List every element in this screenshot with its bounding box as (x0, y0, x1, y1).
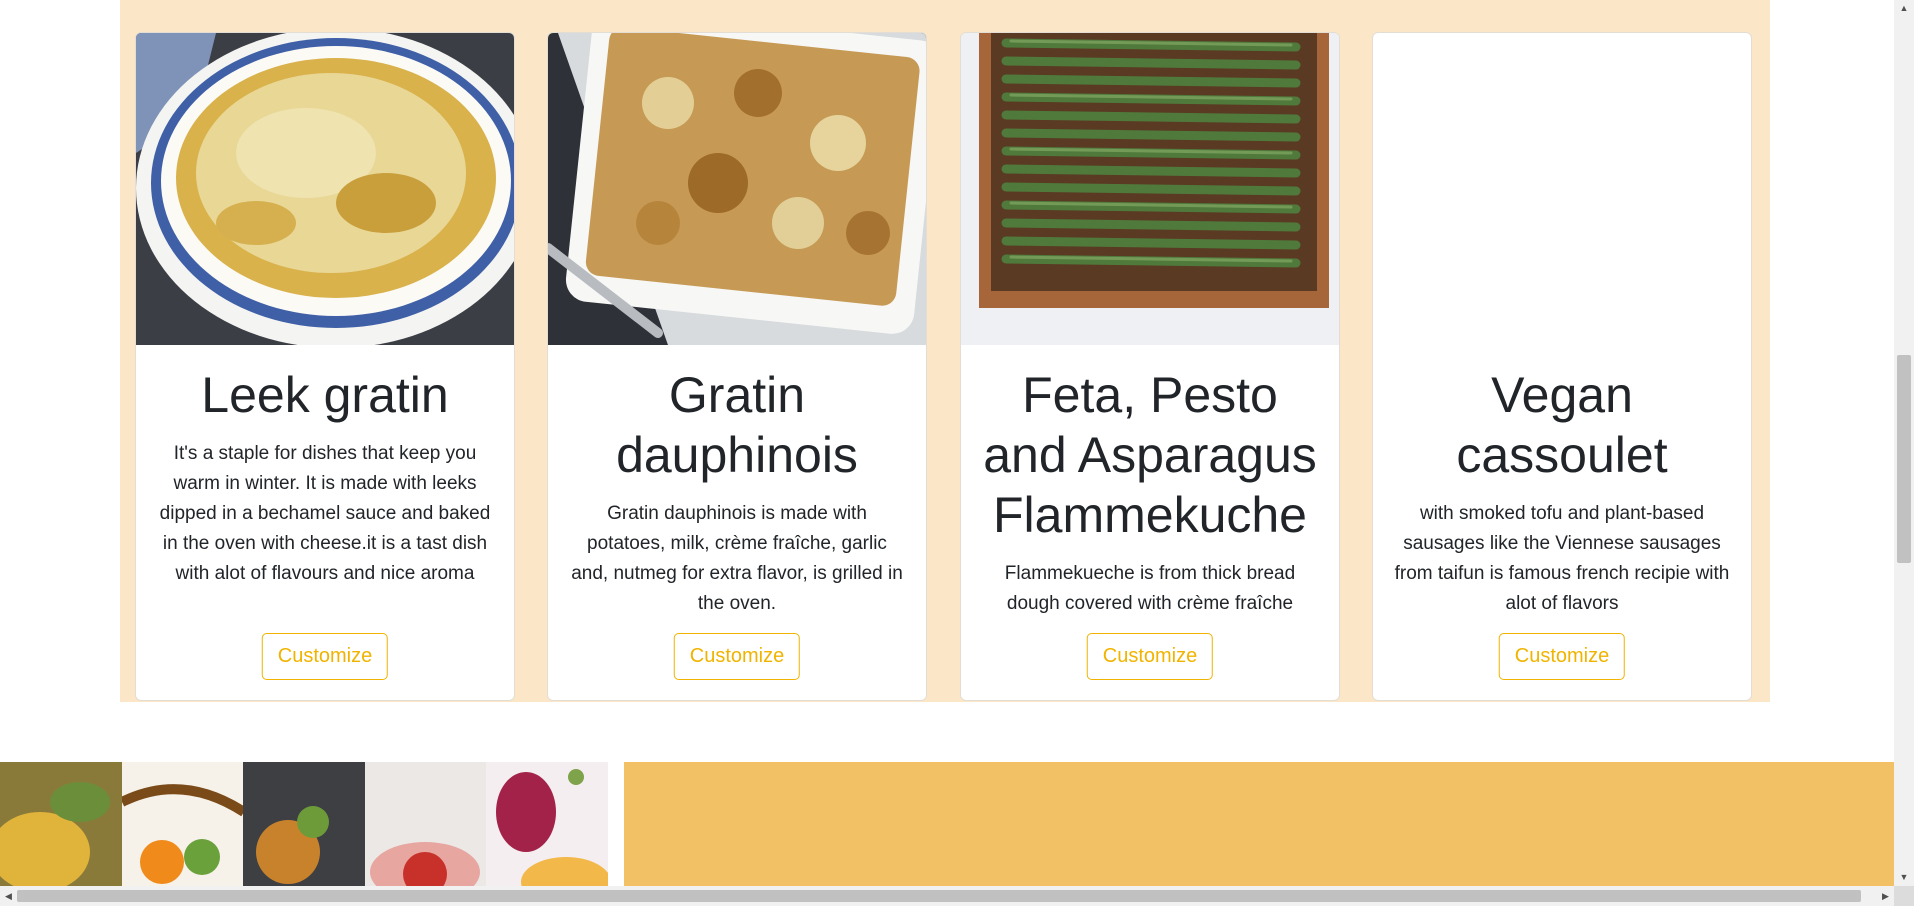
food-collage (0, 762, 608, 892)
customize-button[interactable]: Customize (1498, 633, 1626, 680)
vegan-cassoulet-image (1373, 33, 1751, 345)
scroll-left-icon[interactable]: ◀ (0, 886, 17, 906)
scroll-down-icon[interactable]: ▼ (1894, 869, 1914, 886)
vertical-scroll-thumb[interactable] (1897, 355, 1911, 563)
scrollbar-corner (1894, 886, 1914, 906)
page-viewport: Leek gratin It's a staple for dishes tha… (0, 0, 1914, 906)
scroll-up-icon[interactable]: ▲ (1894, 0, 1914, 17)
recipes-section: Leek gratin It's a staple for dishes tha… (120, 0, 1770, 702)
gratin-dauphinois-image (548, 33, 926, 345)
customize-button[interactable]: Customize (261, 633, 389, 680)
card-description: It's a staple for dishes that keep you w… (159, 443, 491, 584)
collage-image-1 (0, 762, 122, 892)
card-description: with smoked tofu and plant-based sausage… (1394, 503, 1730, 614)
leek-gratin-image (136, 33, 514, 345)
collage-image-2 (121, 762, 244, 892)
card-description: Flammekueche is from thick bread dough c… (1004, 563, 1296, 614)
card-title: Vegan cassoulet (1456, 367, 1668, 483)
recipe-card-leek-gratin: Leek gratin It's a staple for dishes tha… (135, 32, 515, 701)
card-description: Gratin dauphinois is made with potatoes,… (571, 503, 903, 614)
collage-image-4 (364, 762, 487, 892)
customize-button[interactable]: Customize (673, 633, 801, 680)
footer-band (0, 762, 1894, 892)
recipe-card-gratin-dauphinois: Gratin dauphinois Gratin dauphinois is m… (547, 32, 927, 701)
recipe-card-flammekuche: Feta, Pesto and Asparagus Flammekuche Fl… (960, 32, 1340, 701)
scroll-right-icon[interactable]: ▶ (1877, 886, 1894, 906)
collage-image-5 (486, 762, 608, 892)
vertical-scrollbar[interactable]: ▲ ▼ (1894, 0, 1914, 886)
recipe-card-vegan-cassoulet: Vegan cassoulet with smoked tofu and pla… (1372, 32, 1752, 701)
orange-info-panel (624, 762, 1894, 892)
card-title: Gratin dauphinois (616, 367, 858, 483)
asparagus-tart-image (961, 33, 1339, 345)
horizontal-scrollbar[interactable]: ◀ ▶ (0, 886, 1914, 906)
collage-image-3 (243, 762, 365, 892)
horizontal-scroll-thumb[interactable] (17, 890, 1861, 902)
card-title: Leek gratin (201, 367, 449, 423)
card-title: Feta, Pesto and Asparagus Flammekuche (983, 367, 1317, 543)
customize-button[interactable]: Customize (1086, 633, 1214, 680)
